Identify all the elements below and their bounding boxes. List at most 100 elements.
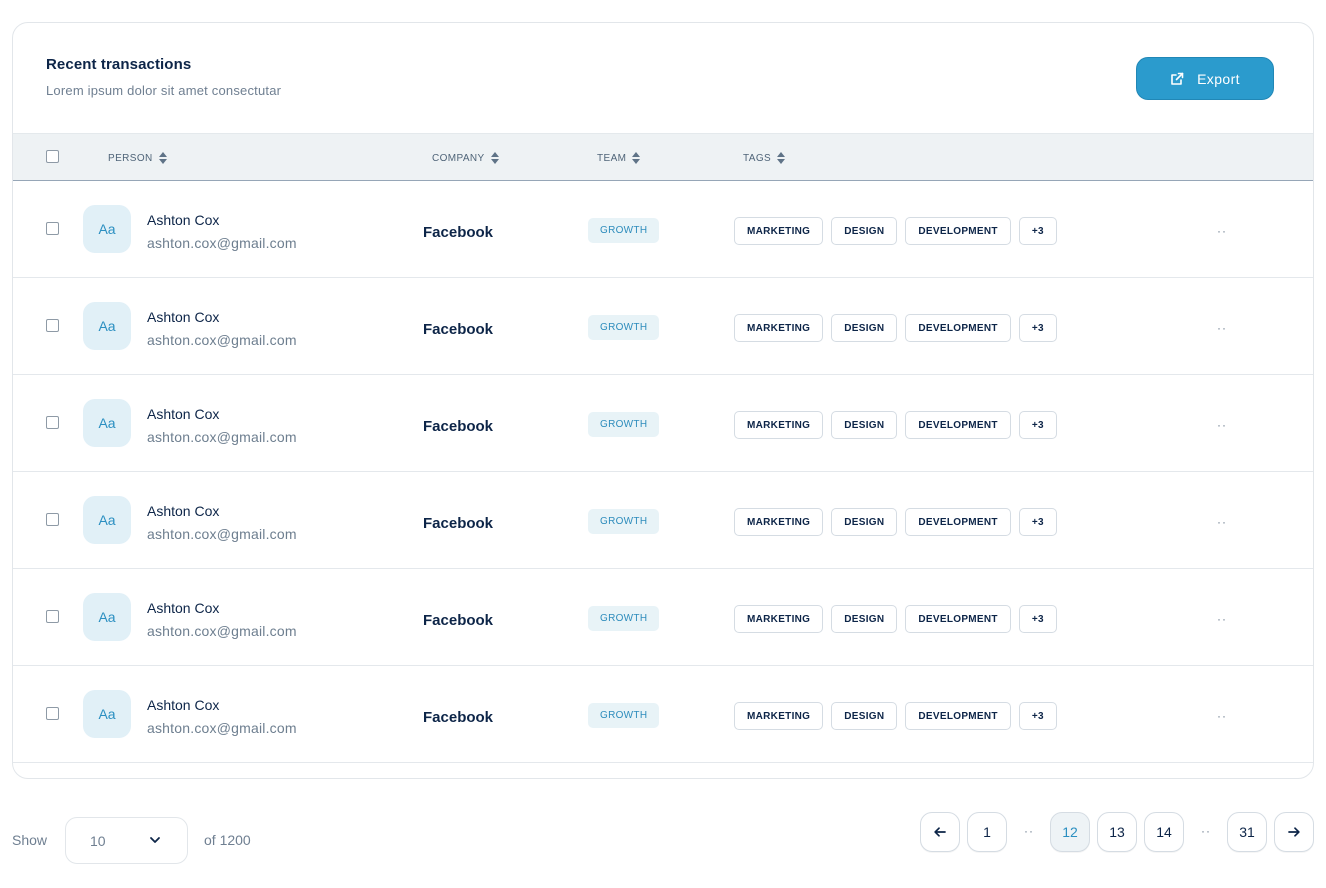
column-header-team[interactable]: TEAM [597,152,641,164]
company-name: Facebook [423,515,494,532]
column-header-company[interactable]: COMPANY [432,152,499,164]
tag-list: MARKETING DESIGN DEVELOPMENT +3 [734,702,1057,730]
tag-chip[interactable]: +3 [1018,314,1057,342]
company-name: Facebook [423,709,494,726]
row-checkbox[interactable] [46,222,59,235]
person-email: ashton.cox@gmail.com [147,623,297,639]
arrow-right-icon [1288,827,1300,837]
person-name: Ashton Cox [147,600,220,616]
person-name: Ashton Cox [147,503,220,519]
tag-chip[interactable]: +3 [1018,217,1057,245]
tag-list: MARKETING DESIGN DEVELOPMENT +3 [734,314,1057,342]
person-name: Ashton Cox [147,697,220,713]
team-badge: GROWTH [588,703,660,728]
tag-chip[interactable]: DESIGN [831,411,898,439]
column-header-label: TEAM [597,152,627,164]
company-name: Facebook [423,418,494,435]
team-badge: GROWTH [588,412,660,437]
tag-chip[interactable]: DESIGN [831,217,898,245]
table-row[interactable]: Aa Ashton Cox ashton.cox@gmail.com Faceb… [13,666,1313,763]
row-checkbox[interactable] [46,416,59,429]
tag-list: MARKETING DESIGN DEVELOPMENT +3 [734,217,1057,245]
next-page-button[interactable] [1274,812,1314,852]
person-email: ashton.cox@gmail.com [147,235,297,251]
table-row[interactable]: Aa Ashton Cox ashton.cox@gmail.com Faceb… [13,375,1313,472]
tag-chip[interactable]: +3 [1018,605,1057,633]
page-button-13[interactable]: 13 [1097,812,1137,852]
team-badge: GROWTH [588,315,660,340]
tag-chip[interactable]: DESIGN [831,314,898,342]
more-options-icon[interactable]: ·· [1217,418,1227,432]
tag-chip[interactable]: DESIGN [831,702,898,730]
more-options-icon[interactable]: ·· [1217,612,1227,626]
tag-chip[interactable]: +3 [1018,508,1057,536]
person-name: Ashton Cox [147,309,220,325]
tag-chip[interactable]: DEVELOPMENT [905,605,1011,633]
page-button-31[interactable]: 31 [1227,812,1267,852]
row-checkbox[interactable] [46,513,59,526]
company-name: Facebook [423,612,494,629]
export-button[interactable]: Export [1136,57,1274,100]
tag-chip[interactable]: MARKETING [734,508,824,536]
team-badge: GROWTH [588,509,660,534]
pagination-ellipsis: ·· [1024,824,1034,838]
table-row[interactable]: Aa Ashton Cox ashton.cox@gmail.com Faceb… [13,472,1313,569]
page-size-select[interactable]: 10 [65,817,188,864]
person-name: Ashton Cox [147,406,220,422]
tag-chip[interactable]: DEVELOPMENT [905,411,1011,439]
transactions-card: Recent transactions Lorem ipsum dolor si… [12,22,1314,779]
page-button-12-current[interactable]: 12 [1050,812,1090,852]
person-email: ashton.cox@gmail.com [147,332,297,348]
tag-chip[interactable]: MARKETING [734,605,824,633]
tag-chip[interactable]: DESIGN [831,508,898,536]
column-header-person[interactable]: PERSON [108,152,167,164]
team-badge: GROWTH [588,218,660,243]
tag-chip[interactable]: MARKETING [734,314,824,342]
table-row[interactable]: Aa Ashton Cox ashton.cox@gmail.com Faceb… [13,278,1313,375]
tag-chip[interactable]: DESIGN [831,605,898,633]
select-all-checkbox[interactable] [46,150,59,163]
show-label: Show [12,832,48,848]
team-badge: GROWTH [588,606,660,631]
page-button-1[interactable]: 1 [967,812,1007,852]
table-row[interactable]: Aa Ashton Cox ashton.cox@gmail.com Faceb… [13,181,1313,278]
tag-chip[interactable]: +3 [1018,702,1057,730]
export-button-label: Export [1197,70,1240,87]
tag-chip[interactable]: MARKETING [734,702,824,730]
tag-chip[interactable]: MARKETING [734,217,824,245]
column-header-tags[interactable]: TAGS [743,152,786,164]
avatar: Aa [83,690,131,738]
column-header-label: COMPANY [432,152,485,164]
column-header-label: TAGS [743,152,772,164]
tag-chip[interactable]: DEVELOPMENT [905,702,1011,730]
person-email: ashton.cox@gmail.com [147,720,297,736]
column-header-label: PERSON [108,152,153,164]
tag-chip[interactable]: +3 [1018,411,1057,439]
tag-chip[interactable]: DEVELOPMENT [905,217,1011,245]
person-email: ashton.cox@gmail.com [147,526,297,542]
prev-page-button[interactable] [920,812,960,852]
table-row[interactable]: Aa Ashton Cox ashton.cox@gmail.com Faceb… [13,569,1313,666]
more-options-icon[interactable]: ·· [1217,709,1227,723]
person-name: Ashton Cox [147,212,220,228]
external-link-icon [1171,72,1184,85]
more-options-icon[interactable]: ·· [1217,321,1227,335]
card-subtitle: Lorem ipsum dolor sit amet consectutar [46,83,282,98]
page-button-14[interactable]: 14 [1144,812,1184,852]
company-name: Facebook [423,224,494,241]
pagination-ellipsis: ·· [1201,824,1211,838]
tag-list: MARKETING DESIGN DEVELOPMENT +3 [734,605,1057,633]
more-options-icon[interactable]: ·· [1217,224,1227,238]
avatar: Aa [83,593,131,641]
more-options-icon[interactable]: ·· [1217,515,1227,529]
sort-icon [490,152,499,164]
avatar: Aa [83,205,131,253]
row-checkbox[interactable] [46,707,59,720]
row-checkbox[interactable] [46,319,59,332]
person-email: ashton.cox@gmail.com [147,429,297,445]
tag-chip[interactable]: DEVELOPMENT [905,508,1011,536]
tag-chip[interactable]: DEVELOPMENT [905,314,1011,342]
tag-chip[interactable]: MARKETING [734,411,824,439]
row-checkbox[interactable] [46,610,59,623]
company-name: Facebook [423,321,494,338]
